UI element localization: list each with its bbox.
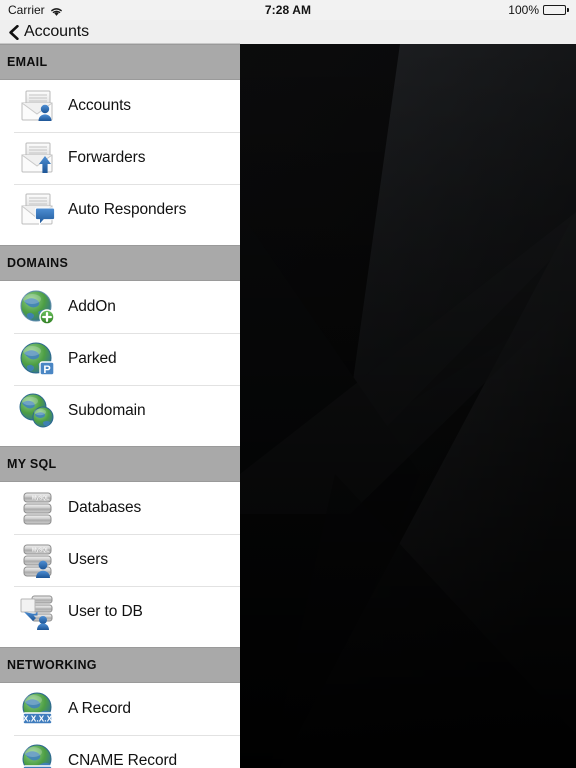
svg-text:X.X.X.X: X.X.X.X bbox=[23, 714, 53, 724]
navigation-bar: Accounts bbox=[0, 20, 576, 44]
list-item-subdomain[interactable]: Subdomain bbox=[0, 385, 240, 437]
back-button[interactable]: Accounts bbox=[8, 20, 89, 44]
list-item-label: Databases bbox=[68, 499, 142, 516]
status-bar: Carrier 7:28 AM 100% bbox=[0, 0, 576, 20]
svg-text:MySQL: MySQL bbox=[32, 496, 49, 502]
status-bar-right: 100% bbox=[508, 3, 569, 17]
database-user-icon: MySQL bbox=[14, 538, 62, 582]
section-gap bbox=[0, 638, 240, 647]
mail-forward-icon bbox=[14, 136, 62, 180]
battery-full-icon bbox=[543, 5, 569, 15]
globe-parked-icon: P bbox=[14, 337, 62, 381]
list-item-users[interactable]: MySQL Users bbox=[0, 534, 240, 586]
settings-sidebar-list[interactable]: EMAIL Accounts Forwarders Auto Responder… bbox=[0, 44, 240, 768]
section-gap bbox=[0, 236, 240, 245]
svg-text:MySQL: MySQL bbox=[32, 548, 49, 554]
list-item-forwarders[interactable]: Forwarders bbox=[0, 132, 240, 184]
globe-cname-icon: CNAME bbox=[14, 739, 62, 768]
list-item-cname-record[interactable]: CNAME CNAME Record bbox=[0, 735, 240, 768]
list-item-label: Subdomain bbox=[68, 402, 146, 419]
mail-reply-icon bbox=[14, 188, 62, 232]
list-item-addon[interactable]: AddOn bbox=[0, 281, 240, 333]
list-item-auto-responders[interactable]: Auto Responders bbox=[0, 184, 240, 236]
list-item-label: Users bbox=[68, 551, 108, 568]
list-item-databases[interactable]: MySQL Databases bbox=[0, 482, 240, 534]
section-header-label: EMAIL bbox=[7, 55, 48, 69]
list-item-parked[interactable]: P Parked bbox=[0, 333, 240, 385]
svg-text:P: P bbox=[43, 364, 50, 376]
list-item-user-to-db[interactable]: User to DB bbox=[0, 586, 240, 638]
section-header-label: MY SQL bbox=[7, 457, 57, 471]
list-item-label: Forwarders bbox=[68, 149, 146, 166]
database-link-user-icon bbox=[14, 590, 62, 634]
section-header-label: DOMAINS bbox=[7, 256, 69, 270]
globe-plus-icon bbox=[14, 285, 62, 329]
globe-subdomain-icon bbox=[14, 389, 62, 433]
list-item-label: A Record bbox=[68, 700, 131, 717]
section-header-mysql: MY SQL bbox=[0, 446, 240, 482]
section-header-networking: NETWORKING bbox=[0, 647, 240, 683]
list-item-label: Parked bbox=[68, 350, 117, 367]
list-item-label: Accounts bbox=[68, 97, 131, 114]
back-button-label: Accounts bbox=[24, 23, 90, 40]
list-item-accounts[interactable]: Accounts bbox=[0, 80, 240, 132]
list-item-label: Auto Responders bbox=[68, 201, 187, 218]
section-header-email: EMAIL bbox=[0, 44, 240, 80]
section-header-domains: DOMAINS bbox=[0, 245, 240, 281]
section-gap bbox=[0, 437, 240, 446]
globe-arecord-icon: X.X.X.X bbox=[14, 687, 62, 731]
status-bar-clock: 7:28 AM bbox=[264, 3, 312, 17]
list-item-label: CNAME Record bbox=[68, 752, 178, 768]
section-header-label: NETWORKING bbox=[7, 658, 97, 672]
mail-user-icon bbox=[14, 84, 62, 128]
list-item-label: User to DB bbox=[68, 603, 143, 620]
database-icon: MySQL bbox=[14, 486, 62, 530]
detail-pane-wallpaper bbox=[240, 44, 576, 768]
list-item-a-record[interactable]: X.X.X.X A Record bbox=[0, 683, 240, 735]
app-screen: EMAIL Accounts Forwarders Auto Responder… bbox=[0, 0, 576, 768]
chevron-left-icon bbox=[8, 24, 19, 40]
list-item-label: AddOn bbox=[68, 298, 116, 315]
battery-percent-label: 100% bbox=[508, 3, 539, 17]
